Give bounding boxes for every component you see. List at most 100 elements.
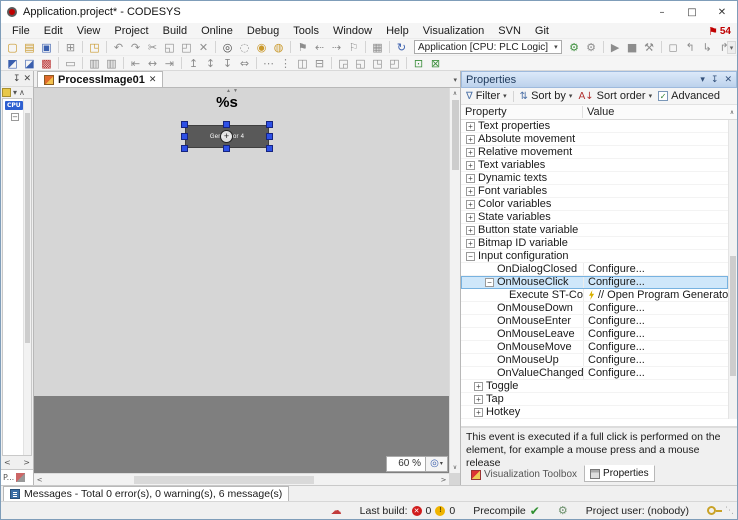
resize-handle[interactable] xyxy=(266,133,273,140)
group-icon[interactable]: ⊡ xyxy=(411,56,426,71)
make-same-width-icon[interactable]: ◫ xyxy=(295,56,310,71)
expander-icon[interactable]: − xyxy=(485,278,494,287)
send-to-back-icon[interactable]: ◱ xyxy=(353,56,368,71)
logout-icon[interactable]: ⚙ xyxy=(584,40,599,55)
property-row[interactable]: Execute ST-Code // Open Program Generato… xyxy=(461,289,728,302)
property-value[interactable] xyxy=(583,185,728,197)
property-value[interactable] xyxy=(583,237,728,249)
scroll-left-icon[interactable]: < xyxy=(4,458,11,467)
distribute-horizontal-icon[interactable]: ⋯ xyxy=(261,56,276,71)
maximize-button[interactable]: □ xyxy=(677,1,707,23)
property-row[interactable]: + Toggle xyxy=(461,380,728,393)
checkbox-checked-icon[interactable]: ✓ xyxy=(658,91,668,101)
library-manager-icon[interactable]: ▦ xyxy=(370,40,385,55)
menu-item[interactable]: Edit xyxy=(37,23,70,38)
property-value[interactable]: Configure... xyxy=(583,276,728,288)
cloud-status-icon[interactable]: ☁ xyxy=(331,504,342,517)
build-icon[interactable]: ⚒ xyxy=(642,40,657,55)
resize-handle[interactable] xyxy=(266,121,273,128)
make-same-height-icon[interactable]: ⊟ xyxy=(312,56,327,71)
toggle-breakpoint-icon[interactable]: ◻ xyxy=(666,40,681,55)
expander-icon[interactable]: + xyxy=(474,395,483,404)
expander-icon[interactable]: + xyxy=(466,239,475,248)
menu-item[interactable]: Online xyxy=(194,23,240,38)
minimize-button[interactable]: – xyxy=(647,1,677,23)
paste-icon[interactable]: ◰ xyxy=(179,40,194,55)
size-equalize-icon[interactable]: ⇔ xyxy=(237,56,252,71)
cut-icon[interactable]: ✂ xyxy=(145,40,160,55)
toolbar-icon[interactable] xyxy=(181,57,182,69)
save-project-icon[interactable]: ▣ xyxy=(39,40,54,55)
scroll-up-icon[interactable]: ∧ xyxy=(450,88,460,99)
sort-by-button[interactable]: ⇅ Sort by ▾ xyxy=(518,90,575,102)
toolbar-icon[interactable] xyxy=(389,41,390,53)
property-value[interactable] xyxy=(583,172,728,184)
property-row[interactable]: OnMouseLeave Configure... xyxy=(461,328,728,341)
tab-close-icon[interactable]: ✕ xyxy=(149,75,157,85)
value-column-header[interactable]: Value xyxy=(583,106,727,118)
toolbar-icon[interactable] xyxy=(215,41,216,53)
copy-icon[interactable]: ◱ xyxy=(162,40,177,55)
resize-handle[interactable] xyxy=(266,145,273,152)
step-into-icon[interactable]: ↳ xyxy=(700,40,715,55)
undo-icon[interactable]: ↶ xyxy=(111,40,126,55)
property-row[interactable]: OnMouseEnter Configure... xyxy=(461,315,728,328)
toolbar-icon[interactable] xyxy=(58,57,59,69)
stop-icon[interactable]: ■ xyxy=(625,40,640,55)
resize-handle[interactable] xyxy=(181,121,188,128)
tree-expander-icon[interactable]: − xyxy=(11,113,19,121)
close-icon[interactable]: ✕ xyxy=(23,74,31,84)
property-row[interactable]: + Dynamic texts xyxy=(461,172,728,185)
property-value[interactable]: Configure... xyxy=(583,341,728,353)
advanced-checkbox[interactable]: ✓ Advanced xyxy=(656,90,722,102)
property-row[interactable]: + Tap xyxy=(461,393,728,406)
property-value[interactable] xyxy=(583,393,728,405)
pin-icon[interactable]: ↧ xyxy=(13,74,21,84)
property-row[interactable]: + Relative movement xyxy=(461,146,728,159)
horizontal-scrollbar[interactable]: < > xyxy=(34,473,449,485)
property-row[interactable]: OnDialogClosed Configure... xyxy=(461,263,728,276)
scroll-right-icon[interactable]: > xyxy=(23,458,30,467)
save-state-icon[interactable]: ▥ xyxy=(87,56,102,71)
toggle-bookmark-icon[interactable]: ⚑ xyxy=(295,40,310,55)
scroll-left-icon[interactable]: < xyxy=(34,474,45,485)
clear-bookmarks-icon[interactable]: ⚐ xyxy=(346,40,361,55)
property-value[interactable] xyxy=(583,224,728,236)
restore-state-icon[interactable]: ▥ xyxy=(104,56,119,71)
property-value[interactable] xyxy=(583,380,728,392)
toolbar-icon[interactable] xyxy=(603,41,604,53)
align-top-icon[interactable]: ↥ xyxy=(186,56,201,71)
pin-icon[interactable]: ↧ xyxy=(711,75,719,85)
property-row[interactable]: − OnMouseClick Configure... xyxy=(461,276,728,289)
property-row[interactable]: − Input configuration xyxy=(461,250,728,263)
menu-item[interactable]: Visualization xyxy=(416,23,492,38)
sort-order-button[interactable]: A↓ Sort order ▾ xyxy=(576,90,654,102)
find-icon[interactable]: ◎ xyxy=(220,40,235,55)
property-value[interactable] xyxy=(583,120,728,132)
property-row[interactable]: + Font variables xyxy=(461,185,728,198)
scroll-up-icon[interactable]: ∧ xyxy=(19,88,25,97)
print-icon[interactable]: ⊞ xyxy=(63,40,78,55)
toolbar-icon[interactable] xyxy=(82,57,83,69)
toolbar-icon[interactable] xyxy=(365,41,366,53)
panel-dropdown-icon[interactable]: ▾ xyxy=(700,75,705,85)
resize-handle[interactable] xyxy=(223,121,230,128)
menu-item[interactable]: View xyxy=(70,23,108,38)
user-key-icon[interactable] xyxy=(707,506,716,515)
toolbar-icon[interactable] xyxy=(661,41,662,53)
property-row[interactable]: + Absolute movement xyxy=(461,133,728,146)
property-row[interactable]: + Hotkey xyxy=(461,406,728,419)
zoom-level-value[interactable]: 60 % xyxy=(386,456,426,472)
find-in-project-icon[interactable]: ◉ xyxy=(254,40,269,55)
property-value[interactable] xyxy=(583,211,728,223)
expander-icon[interactable]: + xyxy=(466,187,475,196)
canvas-splitter-toggle[interactable]: ▲ ▼ xyxy=(219,88,245,93)
expander-icon[interactable]: + xyxy=(466,200,475,209)
visualization-zoom-tool-icon[interactable]: ◪ xyxy=(22,56,37,71)
property-value[interactable] xyxy=(583,146,728,158)
menu-item[interactable]: SVN xyxy=(491,23,528,38)
scrollbar-thumb[interactable] xyxy=(452,100,459,170)
properties-scrollbar[interactable] xyxy=(728,120,737,419)
new-file-icon[interactable]: ▢ xyxy=(5,40,20,55)
align-bottom-icon[interactable]: ↧ xyxy=(220,56,235,71)
